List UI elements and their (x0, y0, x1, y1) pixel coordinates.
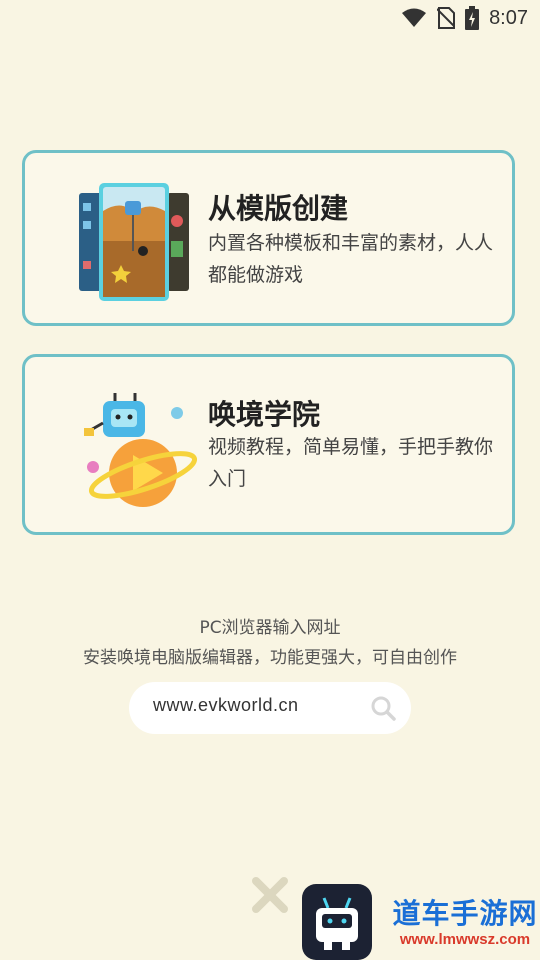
create-from-template-card[interactable]: 从模版创建 内置各种模板和丰富的素材，人人都能做游戏 (22, 150, 515, 326)
close-icon[interactable] (250, 875, 290, 915)
academy-card-title: 唤境学院 (208, 398, 321, 431)
academy-planet-illustration (84, 393, 198, 507)
app-logo-icon[interactable] (302, 884, 372, 960)
pc-info-line-2: 安装唤境电脑版编辑器，功能更强大，可自由创作 (83, 648, 457, 668)
status-bar: 8:07 (0, 0, 540, 36)
academy-card[interactable]: 唤境学院 视频教程，简单易懂，手把手教你入门 (22, 354, 515, 535)
status-time: 8:07 (489, 6, 528, 29)
pc-info-line-1: PC浏览器输入网址 (199, 618, 341, 638)
template-card-description: 内置各种模板和丰富的素材，人人都能做游戏 (208, 232, 494, 286)
watermark-name: 道车手游网 (392, 897, 538, 930)
watermark-url: www.lmwwsz.com (399, 931, 531, 948)
pc-install-info: PC浏览器输入网址 安装唤境电脑版编辑器，功能更强大，可自由创作 (0, 613, 540, 673)
site-watermark: 道车手游网 www.lmwwsz.com (390, 898, 540, 950)
website-url-box[interactable]: www.evkworld.cn (129, 682, 411, 734)
academy-card-description: 视频教程，简单易懂，手把手教你入门 (208, 436, 494, 490)
battery-charging-icon (465, 6, 480, 30)
search-icon[interactable] (369, 694, 397, 722)
template-preview-illustration (79, 183, 189, 301)
no-sim-icon (437, 7, 456, 29)
template-card-title: 从模版创建 (208, 192, 349, 225)
website-url-text: www.evkworld.cn (153, 695, 299, 715)
wifi-icon (402, 8, 427, 27)
